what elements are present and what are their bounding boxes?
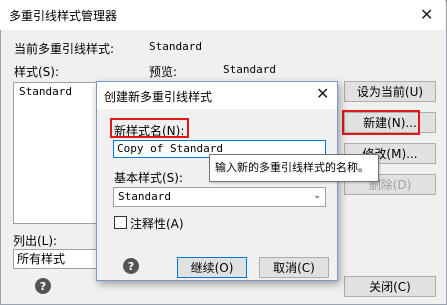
current-style-value: Standard (149, 40, 202, 53)
base-style-label: 基本样式(S): (114, 171, 184, 185)
close-icon[interactable]: ✕ (420, 5, 433, 24)
preview-label: 预览: (149, 65, 178, 79)
styles-list[interactable] (13, 82, 97, 224)
dialog-title: 创建新多重引线样式 (104, 90, 213, 104)
list-item[interactable]: Standard (19, 85, 72, 98)
new-button[interactable]: 新建(N)... (344, 112, 436, 133)
new-style-name-label: 新样式名(N): (114, 124, 185, 138)
cancel-button[interactable]: 取消(C) (259, 257, 329, 278)
name-tooltip: 输入新的多重引线样式的名称。 (209, 154, 379, 182)
annotative-checkbox[interactable] (114, 216, 127, 229)
chevron-down-icon[interactable]: ⌄ (313, 190, 321, 201)
annotative-label: 注释性(A) (130, 217, 184, 231)
dialog-close-icon[interactable]: ✕ (316, 84, 329, 103)
dialog-help-icon[interactable]: ? (123, 258, 139, 274)
set-current-button[interactable]: 设为当前(U) (344, 81, 436, 102)
current-style-label: 当前多重引线样式: (14, 42, 115, 56)
main-window-title: 多重引线样式管理器 (9, 9, 118, 23)
list-label: 列出(L): (13, 234, 58, 248)
continue-button[interactable]: 继续(O) (177, 257, 247, 278)
close-button[interactable]: 关闭(C) (344, 276, 436, 297)
preview-value: Standard (223, 63, 276, 76)
list-filter-select[interactable]: 所有样式 (13, 249, 99, 269)
styles-label: 样式(S): (14, 65, 60, 79)
base-style-select[interactable]: Standard (113, 187, 326, 207)
help-icon[interactable]: ? (35, 278, 51, 294)
